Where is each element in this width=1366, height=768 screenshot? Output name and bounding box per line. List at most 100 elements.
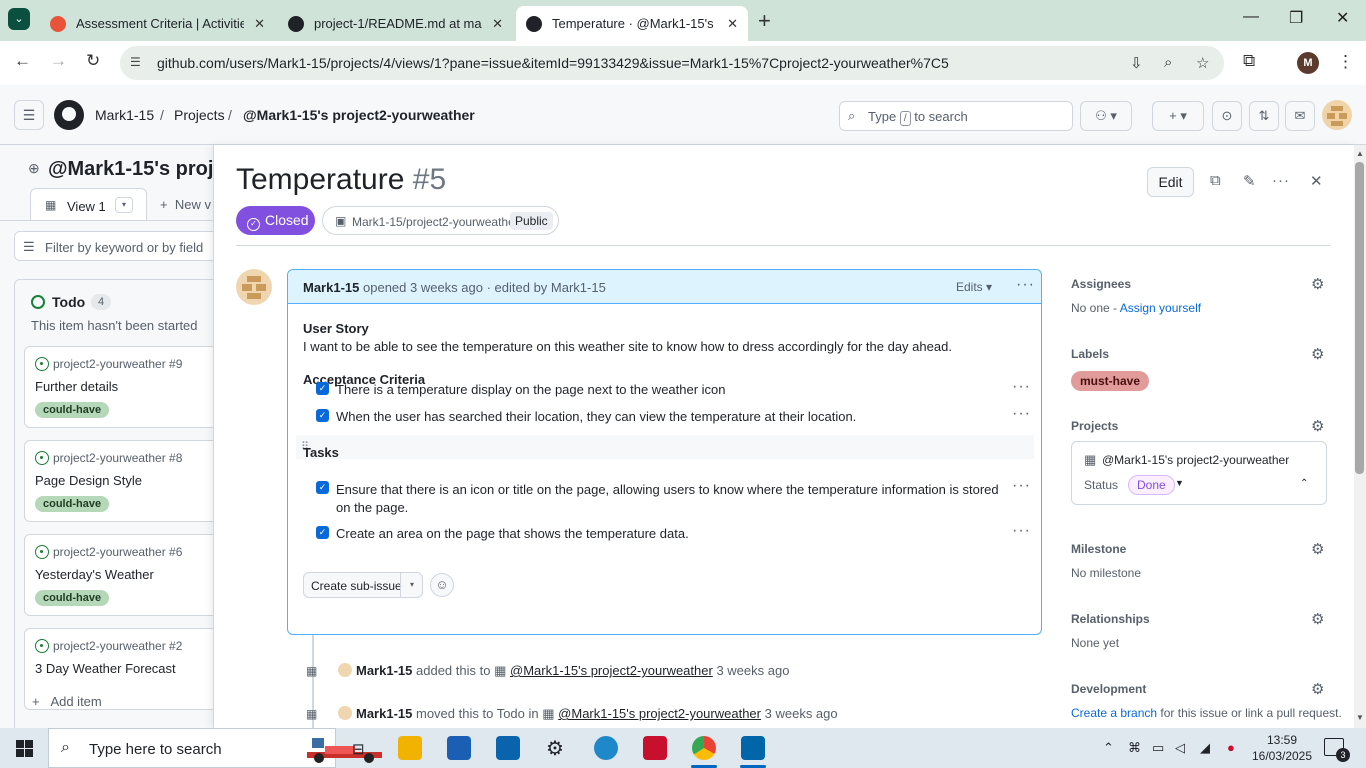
taskbar-clock[interactable]: 13:59 16/03/2025: [1248, 732, 1316, 764]
checked-checkbox[interactable]: ✓: [316, 409, 329, 422]
store-icon[interactable]: [447, 736, 471, 760]
status-dropdown-icon[interactable]: ▼: [1175, 478, 1184, 488]
comment-options-icon[interactable]: ···: [1016, 276, 1035, 294]
tab-view-1[interactable]: ▦ View 1 ▾: [30, 188, 147, 220]
repo-link[interactable]: ▣ Mark1-15/project2-yourweather Public: [322, 206, 559, 235]
mcafee-tray-icon[interactable]: ●: [1227, 740, 1235, 755]
scroll-up-icon[interactable]: ▲: [1356, 149, 1364, 158]
volume-icon[interactable]: ◁: [1175, 740, 1185, 756]
close-tab-icon[interactable]: ✕: [254, 16, 265, 32]
gear-icon[interactable]: ⚙: [1311, 610, 1324, 628]
checked-checkbox[interactable]: ✓: [316, 382, 329, 395]
more-options-icon[interactable]: ···: [1272, 172, 1290, 189]
gear-icon[interactable]: ⚙: [1311, 540, 1324, 558]
task-options-icon[interactable]: ···: [1012, 405, 1031, 423]
gear-icon[interactable]: ⚙: [1311, 680, 1324, 698]
edits-dropdown[interactable]: Edits ▾: [956, 280, 992, 294]
status-badge[interactable]: Done: [1128, 475, 1175, 495]
browser-tab-readme[interactable]: project-1/README.md at main ✕: [278, 6, 513, 41]
url-text[interactable]: github.com/users/Mark1-15/projects/4/vie…: [157, 55, 949, 71]
mcafee-icon[interactable]: [643, 736, 667, 760]
create-branch-link[interactable]: Create a branch: [1071, 706, 1157, 720]
task-options-icon[interactable]: ···: [1012, 477, 1031, 495]
add-item-button[interactable]: + Add item: [32, 694, 102, 709]
install-app-icon[interactable]: ⇩: [1130, 54, 1143, 72]
view-options-icon[interactable]: ▾: [115, 197, 133, 213]
bookmark-star-icon[interactable]: ☆: [1196, 54, 1209, 72]
card-title[interactable]: Page Design Style: [35, 473, 142, 488]
reload-icon[interactable]: ↻: [86, 51, 100, 71]
back-icon[interactable]: ←: [14, 51, 31, 71]
breadcrumb-project[interactable]: @Mark1-15's project2-yourweather: [243, 107, 475, 123]
gear-icon[interactable]: ⚙: [1311, 275, 1324, 293]
new-tab-icon[interactable]: +: [758, 8, 771, 34]
chrome-menu-icon[interactable]: ⋮: [1337, 52, 1354, 72]
taskbar-search[interactable]: ⌕ Type here to search: [48, 728, 382, 768]
github-logo-icon[interactable]: [54, 100, 84, 130]
vscode-icon[interactable]: [741, 736, 765, 760]
breadcrumb-projects[interactable]: Projects: [174, 107, 225, 123]
copilot-button[interactable]: ⚇ ▾: [1080, 101, 1132, 131]
minimize-icon[interactable]: —: [1243, 8, 1259, 26]
project-name[interactable]: @Mark1-15's project2-yourweather: [1102, 453, 1289, 467]
scrollbar-thumb[interactable]: [1355, 162, 1364, 474]
comment-author-avatar[interactable]: [236, 269, 272, 305]
issues-icon[interactable]: ⊙: [1212, 101, 1242, 131]
edge-icon[interactable]: [594, 736, 618, 760]
close-tab-icon[interactable]: ✕: [492, 16, 503, 32]
chevron-down-icon[interactable]: ▾: [400, 573, 423, 597]
github-search-input[interactable]: ⌕ Type / to search: [839, 101, 1073, 131]
outlook-icon[interactable]: [496, 736, 520, 760]
chrome-icon[interactable]: [692, 736, 716, 760]
meet-now-icon[interactable]: ⌘: [1128, 740, 1141, 756]
card-title[interactable]: Further details: [35, 379, 118, 394]
board-card[interactable]: project2-yourweather #6 Yesterday's Weat…: [24, 534, 223, 616]
card-title[interactable]: Yesterday's Weather: [35, 567, 154, 582]
pin-icon[interactable]: ✎: [1243, 172, 1256, 190]
close-panel-icon[interactable]: ✕: [1310, 172, 1323, 190]
label-badge[interactable]: must-have: [1071, 371, 1150, 391]
task-view-icon[interactable]: ⊟: [352, 740, 365, 758]
settings-gear-icon[interactable]: ⚙: [546, 736, 564, 761]
browser-tab-assessment[interactable]: Assessment Criteria | Activities | ✕: [40, 6, 275, 41]
windows-start-icon[interactable]: [16, 740, 33, 757]
site-info-icon[interactable]: ☰: [130, 55, 141, 69]
project-link[interactable]: @Mark1-15's project2-yourweather: [558, 706, 761, 721]
close-window-icon[interactable]: ✕: [1336, 8, 1349, 28]
extensions-icon[interactable]: ⧉: [1243, 51, 1255, 71]
project-link[interactable]: @Mark1-15's project2-yourweather: [510, 663, 713, 678]
board-card[interactable]: project2-yourweather #8 Page Design Styl…: [24, 440, 223, 522]
assign-yourself-link[interactable]: Assign yourself: [1120, 301, 1201, 315]
close-tab-icon[interactable]: ✕: [727, 16, 738, 32]
hamburger-menu-icon[interactable]: ☰: [14, 100, 44, 130]
user-avatar[interactable]: [1322, 100, 1352, 130]
repo-name[interactable]: Mark1-15/project2-yourweather: [352, 215, 519, 229]
breadcrumb-user[interactable]: Mark1-15: [95, 107, 154, 123]
checked-checkbox[interactable]: ✓: [316, 481, 329, 494]
battery-icon[interactable]: ▭: [1152, 740, 1164, 756]
pull-requests-icon[interactable]: ⇅: [1249, 101, 1279, 131]
edit-title-button[interactable]: Edit: [1147, 167, 1194, 197]
file-explorer-icon[interactable]: [398, 736, 422, 760]
new-view-button[interactable]: + New v: [160, 197, 211, 212]
profile-avatar[interactable]: M: [1297, 52, 1319, 74]
zoom-icon[interactable]: ⌕: [1164, 54, 1172, 71]
address-bar[interactable]: ☰ github.com/users/Mark1-15/projects/4/v…: [120, 46, 1224, 80]
scroll-down-icon[interactable]: ▼: [1356, 713, 1364, 722]
filter-input[interactable]: ☰ Filter by keyword or by field: [14, 231, 219, 261]
gear-icon[interactable]: ⚙: [1311, 417, 1324, 435]
card-title[interactable]: 3 Day Weather Forecast: [35, 661, 176, 676]
browser-tab-active[interactable]: Temperature · @Mark1-15's pro ✕: [516, 6, 748, 41]
restore-icon[interactable]: ❐: [1289, 8, 1303, 28]
copy-link-icon[interactable]: ⧉: [1210, 172, 1221, 189]
tab-search-icon[interactable]: ⌄: [8, 8, 30, 30]
inbox-icon[interactable]: ✉: [1285, 101, 1315, 131]
checked-checkbox[interactable]: ✓: [316, 526, 329, 539]
network-icon[interactable]: ◢: [1200, 740, 1210, 756]
gear-icon[interactable]: ⚙: [1311, 345, 1324, 363]
create-new-button[interactable]: + ▾: [1152, 101, 1204, 131]
task-options-icon[interactable]: ···: [1012, 378, 1031, 396]
collapse-icon[interactable]: ⌃: [1300, 478, 1308, 489]
add-reaction-icon[interactable]: ☺: [430, 573, 454, 597]
show-hidden-icons-icon[interactable]: ⌃: [1103, 740, 1114, 756]
